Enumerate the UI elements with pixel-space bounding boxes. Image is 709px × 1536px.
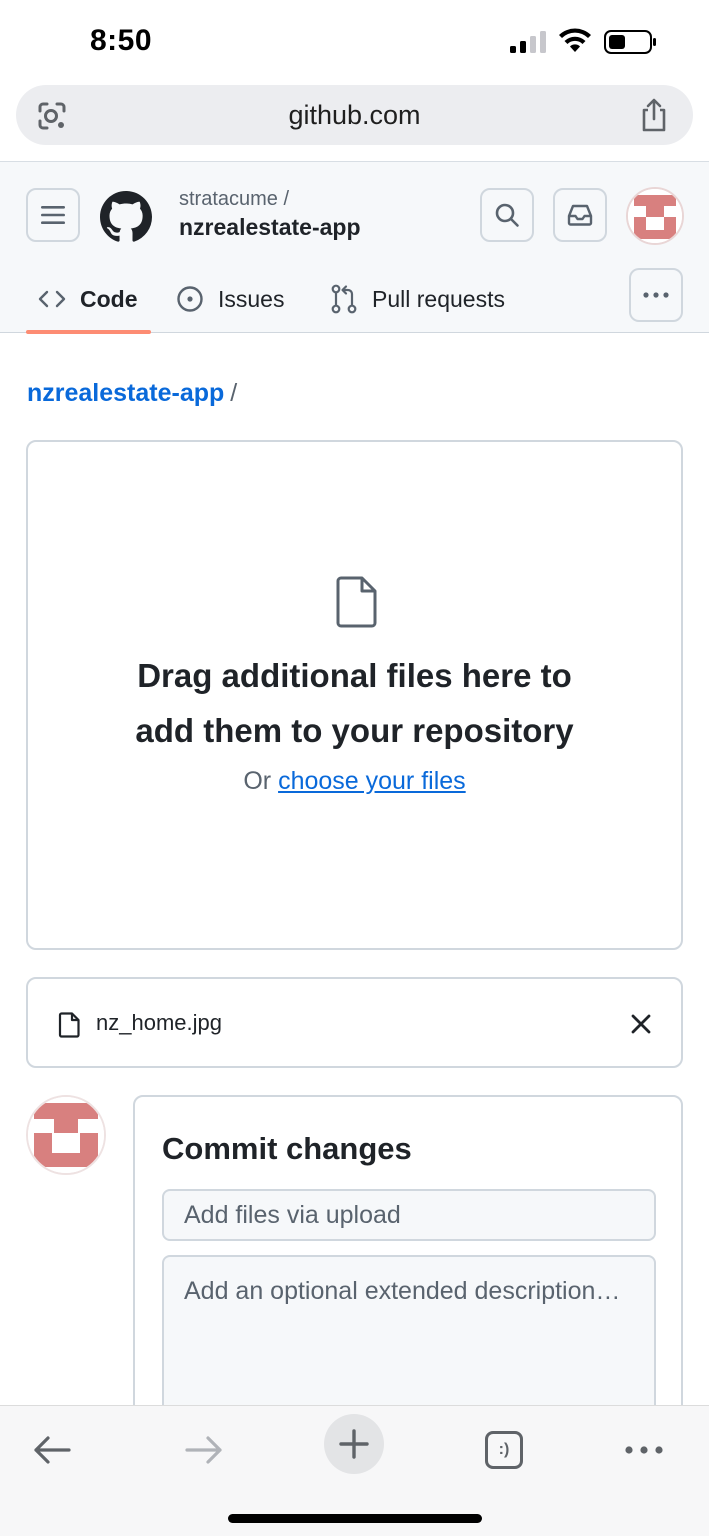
kebab-horizontal-icon	[643, 292, 669, 298]
search-button[interactable]	[480, 188, 534, 242]
close-icon[interactable]	[628, 1011, 654, 1037]
repo-name-link[interactable]: nzrealestate-app	[179, 214, 361, 241]
more-horizontal-icon	[625, 1446, 663, 1454]
more-tabs-button[interactable]	[629, 268, 683, 322]
file-icon	[336, 576, 377, 628]
breadcrumb: nzrealestate-app /	[27, 379, 237, 408]
tab-switcher-button[interactable]: :)	[478, 1424, 530, 1476]
home-indicator	[228, 1514, 482, 1523]
inbox-icon	[567, 204, 593, 226]
share-icon[interactable]	[638, 97, 670, 133]
identicon-avatar-icon	[28, 1097, 104, 1173]
commit-author-avatar	[26, 1095, 106, 1175]
hamburger-icon	[41, 206, 65, 224]
git-pull-request-icon	[331, 284, 357, 314]
forward-button[interactable]	[178, 1424, 230, 1476]
tab-switcher-label: :)	[485, 1431, 523, 1469]
drop-zone-title: Drag additional files here to add them t…	[28, 648, 681, 758]
breadcrumb-repo-link[interactable]: nzrealestate-app	[27, 379, 224, 407]
uploaded-file-name: nz_home.jpg	[96, 1010, 222, 1035]
user-avatar[interactable]	[626, 187, 684, 245]
choose-files-link[interactable]: choose your files	[278, 767, 466, 795]
file-drop-zone[interactable]: Drag additional files here to add them t…	[26, 440, 683, 950]
cellular-signal-icon	[510, 31, 546, 53]
search-icon	[495, 203, 519, 227]
tab-code-label: Code	[80, 285, 138, 312]
tab-issues-label: Issues	[218, 285, 285, 312]
tab-code[interactable]: Code	[38, 266, 138, 332]
inbox-button[interactable]	[553, 188, 607, 242]
plus-icon	[339, 1429, 369, 1459]
page: 8:50 github.com stratacume / nzrealestat…	[0, 0, 709, 1536]
code-icon	[38, 290, 66, 308]
drop-zone-title-line-2: add them to your repository	[135, 712, 574, 749]
wifi-icon	[559, 28, 591, 52]
status-time: 8:50	[90, 24, 153, 57]
breadcrumb-separator: /	[230, 379, 238, 407]
github-logo-icon[interactable]	[100, 191, 152, 243]
identicon-avatar-icon	[628, 189, 682, 243]
drop-zone-title-line-1: Drag additional files here to	[137, 657, 572, 694]
tab-issues[interactable]: Issues	[176, 266, 284, 332]
menu-button[interactable]	[26, 188, 80, 242]
issue-opened-icon	[177, 286, 203, 312]
arrow-left-icon	[34, 1436, 71, 1464]
selected-tab-underline	[26, 330, 151, 334]
tab-pull-requests[interactable]: Pull requests	[330, 266, 505, 332]
commit-title: Commit changes	[162, 1131, 412, 1166]
tab-pull-requests-label: Pull requests	[372, 285, 505, 312]
arrow-right-icon	[185, 1436, 222, 1464]
drop-zone-or-text: Or	[243, 767, 272, 795]
back-button[interactable]	[26, 1424, 78, 1476]
status-bar: 8:50	[0, 0, 709, 84]
battery-icon	[604, 30, 656, 54]
url-bar[interactable]: github.com	[16, 85, 693, 145]
browser-menu-button[interactable]	[618, 1424, 670, 1476]
repo-owner-link[interactable]: stratacume /	[179, 188, 289, 211]
commit-changes-panel: Commit changes	[133, 1095, 683, 1435]
url-text[interactable]: github.com	[16, 85, 693, 145]
repo-tabs: Code Issues Pull requests	[0, 266, 709, 334]
drop-zone-subtitle: Or choose your files	[28, 767, 681, 796]
commit-summary-input[interactable]	[162, 1189, 656, 1241]
uploaded-file-row: nz_home.jpg	[26, 977, 683, 1068]
new-tab-button[interactable]	[324, 1414, 384, 1474]
github-header: stratacume / nzrealestate-app Code Issue…	[0, 161, 709, 334]
file-icon	[58, 1012, 80, 1038]
